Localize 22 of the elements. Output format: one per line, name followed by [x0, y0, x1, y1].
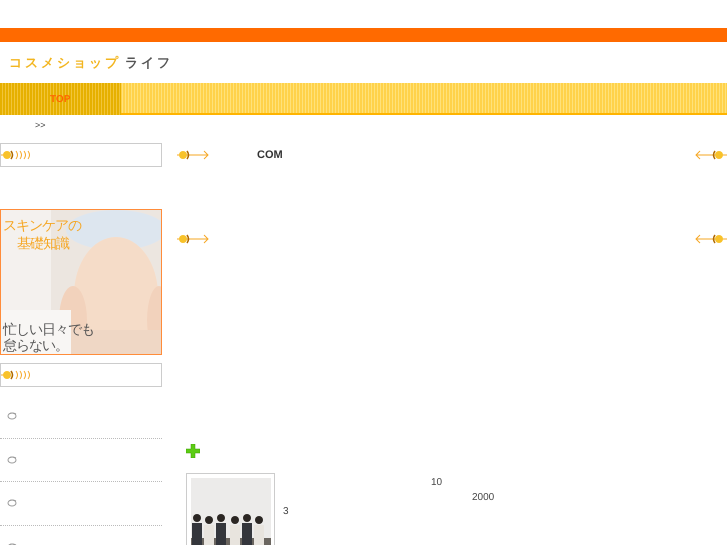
arrow-icon: [1, 150, 33, 160]
arrow-icon: [1, 370, 33, 380]
arrow-icon: [177, 150, 209, 160]
arrow-icon: [695, 150, 727, 160]
bullet-icon: [7, 499, 17, 508]
banner-text: 基礎知識: [17, 236, 69, 252]
arrow-icon: [695, 234, 727, 244]
banner-text: 忙しい日々でも: [3, 322, 94, 338]
arrow-icon: [177, 234, 209, 244]
bullet-icon: [7, 456, 17, 464]
post-text: 10: [431, 476, 442, 490]
banner-text: スキンケアの: [3, 218, 81, 234]
banner-text: 怠らない。: [3, 338, 68, 354]
logo-text: ライフ: [125, 54, 173, 72]
post-text: 2000: [472, 491, 494, 505]
plus-icon: [186, 444, 200, 458]
breadcrumb: >>: [35, 120, 46, 130]
banner-ad[interactable]: スキンケアの 基礎知識 忙しい日々でも 怠らない。: [0, 209, 162, 355]
bullet-icon: [7, 412, 17, 420]
section-heading: COM: [257, 148, 283, 163]
logo-text: コスメショップ: [9, 54, 121, 72]
post-text: 3: [283, 505, 289, 519]
